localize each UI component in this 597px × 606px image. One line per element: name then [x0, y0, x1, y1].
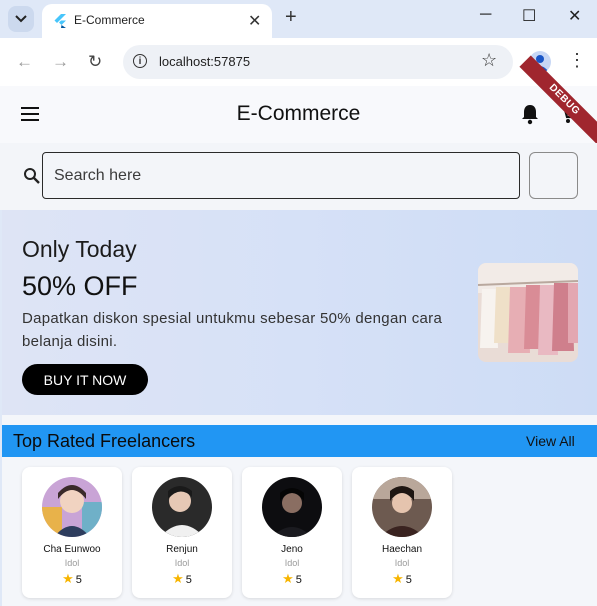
- freelancer-card[interactable]: Renjun Idol ★ 5: [132, 467, 232, 598]
- section-title: Top Rated Freelancers: [13, 431, 196, 451]
- page-title: E-Commerce: [236, 102, 361, 125]
- clothes-rack-image: [478, 263, 578, 362]
- freelancer-name: Jeno: [281, 544, 303, 555]
- star-icon: ★: [62, 571, 74, 586]
- promo-banner: Only Today 50% OFF Dapatkan diskon spesi…: [2, 210, 597, 415]
- freelancer-role: Idol: [394, 558, 410, 568]
- app-bar: E-Commerce: [0, 86, 597, 143]
- buy-it-now-button[interactable]: BUY IT NOW: [22, 364, 148, 395]
- search-row: [0, 143, 597, 210]
- browser-menu-icon[interactable]: ⋮: [568, 50, 586, 71]
- banner-kicker: Only Today: [22, 236, 137, 262]
- rating-value: 5: [295, 574, 302, 586]
- maximize-button[interactable]: ☐: [522, 6, 536, 26]
- freelancer-name: Cha Eunwoo: [43, 544, 101, 555]
- minimize-button[interactable]: ─: [480, 6, 491, 24]
- freelancer-rating: ★ 5: [352, 571, 452, 587]
- freelancer-name: Haechan: [381, 544, 423, 555]
- close-window-button[interactable]: ✕: [568, 6, 581, 26]
- freelancer-list: Cha Eunwoo Idol ★ 5 Renjun Idol ★ 5 Jeno I…: [2, 457, 597, 606]
- back-arrow-icon[interactable]: ←: [16, 52, 33, 72]
- freelancer-role: Idol: [64, 558, 80, 568]
- freelancer-name: Renjun: [166, 544, 198, 555]
- freelancer-role: Idol: [284, 558, 300, 568]
- browser-tab-strip: E-Commerce ✕ + ─ ☐ ✕: [0, 0, 597, 38]
- view-all-link[interactable]: View All: [526, 433, 575, 449]
- tab-title: E-Commerce: [74, 13, 145, 27]
- reload-icon[interactable]: ↻: [88, 52, 102, 72]
- rating-value: 5: [185, 574, 192, 586]
- site-info-icon[interactable]: i: [133, 54, 147, 68]
- freelancer-card[interactable]: Jeno Idol ★ 5: [242, 467, 342, 598]
- freelancer-avatar: [152, 477, 212, 537]
- freelancer-avatar: [42, 477, 102, 537]
- star-icon: ★: [172, 571, 184, 586]
- star-icon: ★: [282, 571, 294, 586]
- search-input[interactable]: [43, 153, 519, 198]
- freelancer-card[interactable]: Cha Eunwoo Idol ★ 5: [22, 467, 122, 598]
- chevron-down-icon: [15, 15, 27, 23]
- freelancer-card[interactable]: Haechan Idol ★ 5: [352, 467, 452, 598]
- close-tab-icon[interactable]: ✕: [248, 11, 261, 31]
- spacer: [2, 415, 597, 425]
- search-icon: [24, 168, 40, 184]
- browser-tab[interactable]: E-Commerce ✕: [42, 4, 272, 38]
- banner-description: Dapatkan diskon spesial untukmu sebesar …: [22, 310, 443, 350]
- notification-bell-icon[interactable]: [520, 103, 540, 125]
- tab-search-button[interactable]: [8, 6, 34, 32]
- freelancer-rating: ★ 5: [242, 571, 342, 587]
- banner-offer: 50% OFF: [22, 271, 138, 301]
- new-tab-button[interactable]: +: [285, 6, 297, 29]
- forward-arrow-icon[interactable]: →: [52, 52, 69, 72]
- search-field[interactable]: [42, 152, 520, 199]
- freelancer-rating: ★ 5: [22, 571, 122, 587]
- bookmark-star-icon[interactable]: ☆: [481, 50, 497, 71]
- freelancer-rating: ★ 5: [132, 571, 232, 587]
- address-bar[interactable]: i localhost:57875 ☆: [123, 45, 513, 79]
- freelancer-avatar: [372, 477, 432, 537]
- url-text: localhost:57875: [159, 54, 251, 69]
- section-header: Top Rated Freelancers View All: [2, 425, 597, 457]
- browser-toolbar: ← → ↻ i localhost:57875 ☆ ⋮: [0, 38, 597, 86]
- star-icon: ★: [392, 571, 404, 586]
- rating-value: 5: [405, 574, 412, 586]
- filter-button[interactable]: [529, 152, 578, 199]
- freelancer-role: Idol: [174, 558, 190, 568]
- freelancer-avatar: [262, 477, 322, 537]
- flutter-icon: [54, 14, 66, 28]
- rating-value: 5: [75, 574, 82, 586]
